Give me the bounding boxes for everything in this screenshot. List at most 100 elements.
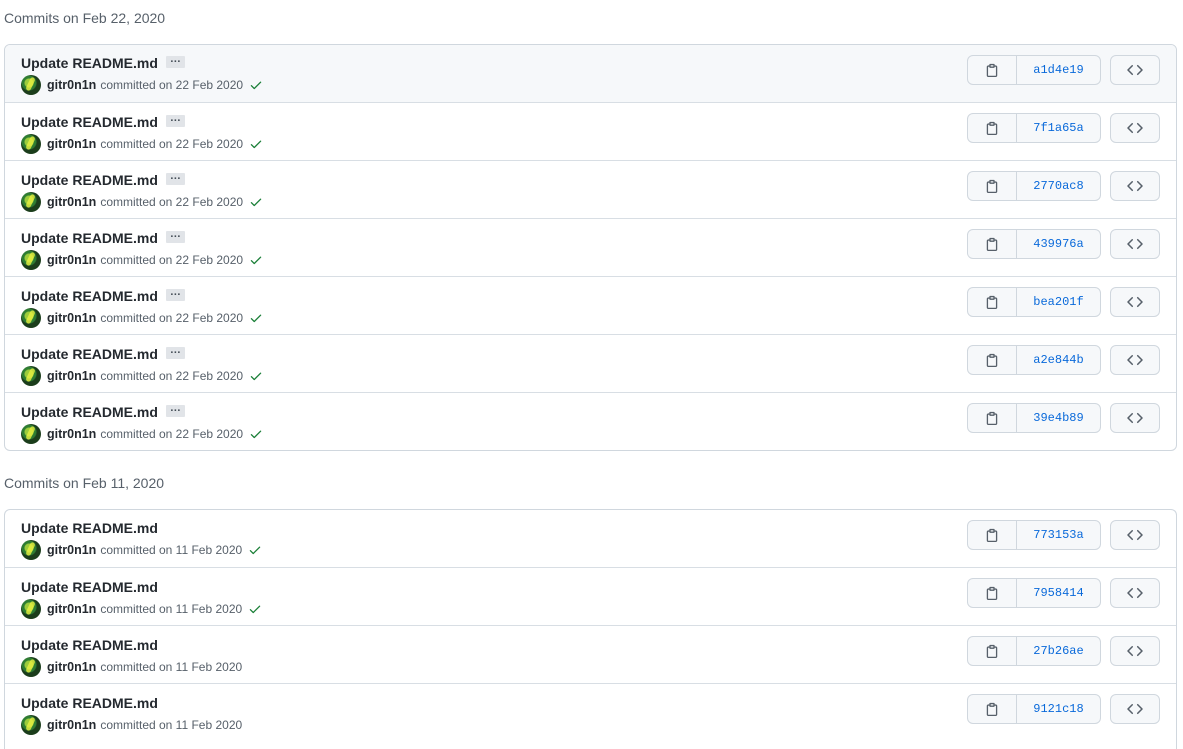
commit-sha-link[interactable]: bea201f — [1017, 288, 1100, 316]
clipboard-icon — [985, 353, 999, 367]
commit-author-link[interactable]: gitr0n1n — [47, 311, 96, 325]
avatar[interactable] — [21, 424, 41, 444]
copy-sha-button[interactable] — [968, 114, 1017, 142]
commit-row: Update README.md gitr0n1n committed on 1… — [5, 683, 1176, 741]
clipboard-icon — [985, 179, 999, 193]
commit-author-link[interactable]: gitr0n1n — [47, 78, 96, 92]
avatar[interactable] — [21, 192, 41, 212]
browse-repo-button[interactable] — [1110, 171, 1160, 201]
ellipsis-expander-button[interactable]: … — [165, 171, 185, 186]
avatar[interactable] — [21, 75, 41, 95]
commit-row: Update README.md … gitr0n1n committed on … — [5, 392, 1176, 450]
copy-sha-button[interactable] — [968, 579, 1017, 607]
commit-author-link[interactable]: gitr0n1n — [47, 427, 96, 441]
ellipsis-expander-button[interactable]: … — [165, 113, 185, 128]
browse-repo-button[interactable] — [1110, 287, 1160, 317]
commit-message-link[interactable]: Update README.md — [21, 346, 158, 362]
commit-message-link[interactable]: Update README.md — [21, 637, 158, 653]
code-icon — [1127, 585, 1143, 601]
commit-sha-link[interactable]: 7f1a65a — [1017, 114, 1100, 142]
avatar[interactable] — [21, 715, 41, 735]
avatar[interactable] — [21, 540, 41, 560]
browse-repo-button[interactable] — [1110, 578, 1160, 608]
commit-author-link[interactable]: gitr0n1n — [47, 369, 96, 383]
copy-sha-button[interactable] — [968, 230, 1017, 258]
commit-message-link[interactable]: Update README.md — [21, 579, 158, 595]
commit-row: Update README.md … gitr0n1n committed on … — [5, 334, 1176, 392]
commit-sha-link[interactable]: 2770ac8 — [1017, 172, 1100, 200]
commit-message-link[interactable]: Update README.md — [21, 404, 158, 420]
check-icon[interactable] — [242, 543, 262, 557]
code-icon — [1127, 236, 1143, 252]
ellipsis-expander-button[interactable]: … — [165, 403, 185, 418]
commit-message-link[interactable]: Update README.md — [21, 55, 158, 71]
browse-repo-button[interactable] — [1110, 229, 1160, 259]
avatar[interactable] — [21, 134, 41, 154]
copy-sha-button[interactable] — [968, 56, 1017, 84]
browse-repo-button[interactable] — [1110, 113, 1160, 143]
copy-sha-button[interactable] — [968, 695, 1017, 723]
commit-message-link[interactable]: Update README.md — [21, 520, 158, 536]
clipboard-icon — [985, 121, 999, 135]
code-icon — [1127, 352, 1143, 368]
commit-row: Update README.md gitr0n1n committed on 1… — [5, 510, 1176, 567]
commit-sha-link[interactable]: 439976a — [1017, 230, 1100, 258]
check-icon[interactable] — [243, 137, 263, 151]
code-icon — [1127, 527, 1143, 543]
clipboard-icon — [985, 644, 999, 658]
commit-sha-link[interactable]: a1d4e19 — [1017, 56, 1100, 84]
avatar[interactable] — [21, 599, 41, 619]
commit-date-text: committed on 22 Feb 2020 — [100, 78, 244, 92]
commit-message-link[interactable]: Update README.md — [21, 230, 158, 246]
commit-author-link[interactable]: gitr0n1n — [47, 253, 96, 267]
commit-author-link[interactable]: gitr0n1n — [47, 137, 96, 151]
commit-sha-link[interactable]: 39e4b89 — [1017, 404, 1100, 432]
commit-sha-link[interactable]: a2e844b — [1017, 346, 1100, 374]
check-icon[interactable] — [243, 369, 263, 383]
check-icon[interactable] — [243, 311, 263, 325]
browse-repo-button[interactable] — [1110, 636, 1160, 666]
commit-message-link[interactable]: Update README.md — [21, 172, 158, 188]
avatar[interactable] — [21, 366, 41, 386]
copy-sha-button[interactable] — [968, 288, 1017, 316]
check-icon[interactable] — [243, 427, 263, 441]
commit-sha-link[interactable]: 773153a — [1017, 521, 1100, 549]
commit-message-link[interactable]: Update README.md — [21, 114, 158, 130]
copy-sha-button[interactable] — [968, 521, 1017, 549]
avatar[interactable] — [21, 250, 41, 270]
ellipsis-expander-button[interactable]: … — [165, 287, 185, 302]
browse-repo-button[interactable] — [1110, 403, 1160, 433]
browse-repo-button[interactable] — [1110, 345, 1160, 375]
commit-author-link[interactable]: gitr0n1n — [47, 195, 96, 209]
ellipsis-expander-button[interactable]: … — [165, 54, 185, 69]
code-icon — [1127, 62, 1143, 78]
commit-sha-link[interactable]: 9121c18 — [1017, 695, 1100, 723]
commit-author-link[interactable]: gitr0n1n — [47, 602, 96, 616]
ellipsis-expander-button[interactable]: … — [165, 229, 185, 244]
avatar[interactable] — [21, 308, 41, 328]
check-icon[interactable] — [243, 78, 263, 92]
check-icon[interactable] — [242, 602, 262, 616]
avatar[interactable] — [21, 657, 41, 677]
commit-message-link[interactable]: Update README.md — [21, 695, 158, 711]
check-icon[interactable] — [243, 253, 263, 267]
ellipsis-expander-button[interactable]: … — [165, 345, 185, 360]
check-icon[interactable] — [243, 195, 263, 209]
browse-repo-button[interactable] — [1110, 520, 1160, 550]
browse-repo-button[interactable] — [1110, 55, 1160, 85]
commit-row: Update README.md … gitr0n1n committed on … — [5, 218, 1176, 276]
code-icon — [1127, 701, 1143, 717]
browse-repo-button[interactable] — [1110, 694, 1160, 724]
copy-sha-button[interactable] — [968, 404, 1017, 432]
commit-sha-link[interactable]: 27b26ae — [1017, 637, 1100, 665]
copy-sha-button[interactable] — [968, 346, 1017, 374]
commit-sha-link[interactable]: 7958414 — [1017, 579, 1100, 607]
commit-message-link[interactable]: Update README.md — [21, 288, 158, 304]
copy-sha-button[interactable] — [968, 637, 1017, 665]
commit-author-link[interactable]: gitr0n1n — [47, 543, 96, 557]
commit-date-text: committed on 11 Feb 2020 — [100, 543, 243, 557]
commit-author-link[interactable]: gitr0n1n — [47, 660, 96, 674]
code-icon — [1127, 294, 1143, 310]
copy-sha-button[interactable] — [968, 172, 1017, 200]
clipboard-icon — [985, 295, 999, 309]
